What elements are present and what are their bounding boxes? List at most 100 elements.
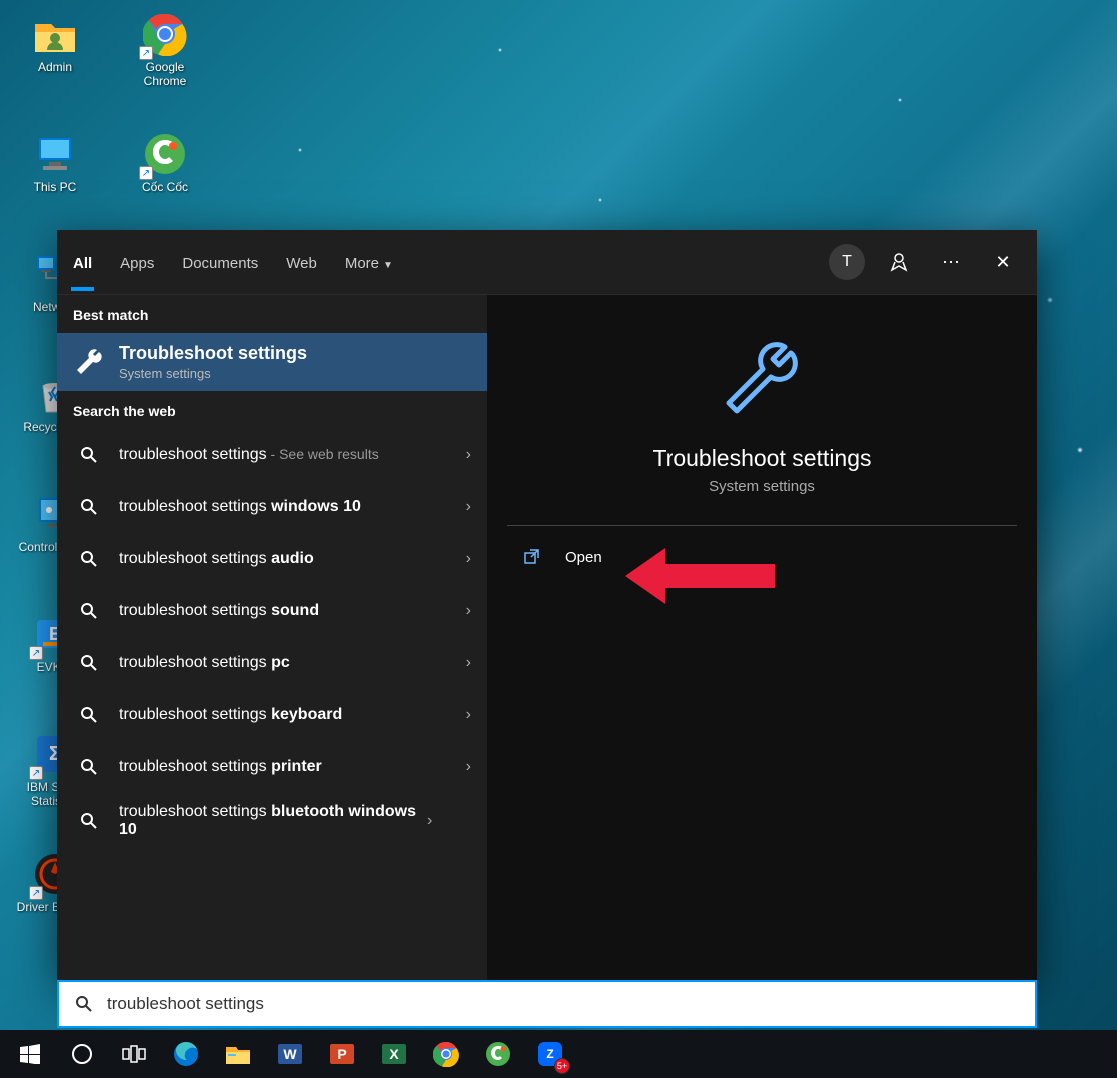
best-match-title: Troubleshoot settings (119, 343, 307, 363)
web-result[interactable]: troubleshoot settings audio › (57, 533, 487, 585)
open-icon (523, 548, 547, 566)
notification-badge: 5+ (554, 1058, 570, 1074)
search-icon (75, 995, 93, 1013)
excel-icon: X (380, 1040, 408, 1068)
web-result-prefix: troubleshoot settings (119, 803, 271, 820)
pc-icon (31, 130, 79, 178)
start-button[interactable] (4, 1030, 56, 1078)
web-result-prefix: troubleshoot settings (119, 706, 271, 723)
cortana-button[interactable] (56, 1030, 108, 1078)
user-avatar[interactable]: T (829, 244, 865, 280)
taskbar-powerpoint[interactable]: P (316, 1030, 368, 1078)
section-best-match: Best match (57, 295, 487, 333)
open-label: Open (565, 549, 602, 566)
web-result-bold: audio (271, 550, 314, 567)
search-icon (73, 751, 105, 783)
taskview-button[interactable] (108, 1030, 160, 1078)
web-result[interactable]: troubleshoot settings sound › (57, 585, 487, 637)
search-panel: All Apps Documents Web More▼ T ⋯ ✕ Best … (57, 230, 1037, 980)
web-result-bold: keyboard (271, 706, 342, 723)
divider (507, 525, 1017, 526)
cortana-icon (68, 1040, 96, 1068)
taskbar-coccoc[interactable] (472, 1030, 524, 1078)
taskbar-excel[interactable]: X (368, 1030, 420, 1078)
chevron-right-icon: › (466, 758, 471, 776)
chevron-right-icon: › (466, 550, 471, 568)
detail-panel: Troubleshoot settings System settings Op… (487, 295, 1037, 980)
taskbar: W P X Z5+ (0, 1030, 1117, 1078)
web-result-prefix: troubleshoot settings (119, 654, 271, 671)
results-panel: Best match Troubleshoot settings System … (57, 295, 487, 980)
desktop-icon-label: Admin (38, 60, 72, 74)
best-match-subtitle: System settings (119, 366, 471, 381)
taskbar-chrome[interactable] (420, 1030, 472, 1078)
web-result-prefix: troubleshoot settings (119, 446, 267, 463)
web-result-suffix: - See web results (267, 446, 379, 462)
desktop-icon-chrome[interactable]: ↗ Google Chrome (120, 10, 210, 115)
chevron-right-icon: › (466, 602, 471, 620)
web-result-bold: windows 10 (271, 498, 361, 515)
search-input-bar[interactable] (57, 980, 1037, 1028)
coccoc-icon (484, 1040, 512, 1068)
taskbar-edge[interactable] (160, 1030, 212, 1078)
web-result-bold: printer (271, 758, 322, 775)
web-result[interactable]: troubleshoot settings pc › (57, 637, 487, 689)
web-result[interactable]: troubleshoot settings - See web results … (57, 429, 487, 481)
web-result-prefix: troubleshoot settings (119, 498, 271, 515)
chevron-right-icon: › (466, 498, 471, 516)
rewards-icon[interactable] (881, 244, 917, 280)
taskbar-explorer[interactable] (212, 1030, 264, 1078)
search-icon (73, 647, 105, 679)
more-options-icon[interactable]: ⋯ (933, 244, 969, 280)
taskbar-zalo[interactable]: Z5+ (524, 1030, 576, 1078)
chevron-down-icon: ▼ (383, 260, 393, 271)
windows-icon (16, 1040, 44, 1068)
chevron-right-icon: › (427, 812, 432, 830)
taskview-icon (120, 1040, 148, 1068)
tab-apps[interactable]: Apps (120, 235, 154, 290)
tab-more[interactable]: More▼ (345, 235, 393, 290)
coccoc-icon: ↗ (141, 130, 189, 178)
search-panel-header: All Apps Documents Web More▼ T ⋯ ✕ (57, 230, 1037, 295)
search-icon (73, 543, 105, 575)
edge-icon (172, 1040, 200, 1068)
web-result[interactable]: troubleshoot settings windows 10 › (57, 481, 487, 533)
svg-text:X: X (389, 1046, 399, 1062)
desktop-icon-label: Cốc Cốc (142, 180, 188, 194)
search-icon (73, 805, 105, 837)
chevron-right-icon: › (466, 654, 471, 672)
folder-icon (224, 1040, 252, 1068)
tab-documents[interactable]: Documents (182, 235, 258, 290)
open-action[interactable]: Open (507, 534, 1017, 580)
desktop-icon-label: This PC (34, 180, 77, 194)
tab-web[interactable]: Web (286, 235, 317, 290)
chrome-icon: ↗ (141, 10, 189, 58)
chrome-icon (432, 1040, 460, 1068)
close-icon[interactable]: ✕ (985, 244, 1021, 280)
web-result[interactable]: troubleshoot settings bluetooth windows … (57, 793, 487, 849)
detail-subtitle: System settings (709, 478, 815, 495)
search-icon (73, 699, 105, 731)
section-web: Search the web (57, 391, 487, 429)
search-input[interactable] (107, 994, 1019, 1014)
search-icon (73, 595, 105, 627)
web-result-prefix: troubleshoot settings (119, 602, 271, 619)
web-result[interactable]: troubleshoot settings keyboard › (57, 689, 487, 741)
desktop-icon-coccoc[interactable]: ↗ Cốc Cốc (120, 130, 210, 235)
best-match-result[interactable]: Troubleshoot settings System settings (57, 333, 487, 391)
desktop-icon-admin[interactable]: Admin (10, 10, 100, 115)
desktop-icon-thispc[interactable]: This PC (10, 130, 100, 235)
search-icon (73, 491, 105, 523)
chevron-right-icon: › (466, 446, 471, 464)
desktop-icon-label: Google Chrome (125, 60, 205, 89)
word-icon: W (276, 1040, 304, 1068)
web-result[interactable]: troubleshoot settings printer › (57, 741, 487, 793)
user-folder-icon (31, 10, 79, 58)
svg-text:W: W (283, 1046, 297, 1062)
wrench-icon (717, 335, 807, 425)
search-icon (73, 439, 105, 471)
tab-all[interactable]: All (73, 235, 92, 290)
web-result-bold: pc (271, 654, 290, 671)
taskbar-word[interactable]: W (264, 1030, 316, 1078)
detail-title: Troubleshoot settings (652, 445, 871, 472)
